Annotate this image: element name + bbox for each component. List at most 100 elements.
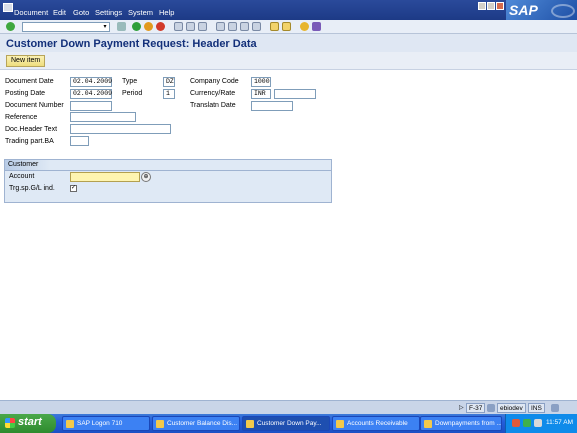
system-menu-icon[interactable]	[3, 3, 13, 12]
company-code-field[interactable]: 1000	[251, 77, 271, 87]
account-label: Account	[9, 173, 35, 180]
help-icon[interactable]	[300, 22, 309, 31]
document-date-field[interactable]: 02.04.2009	[70, 77, 112, 87]
task-downpayments[interactable]: Downpayments from ...	[420, 416, 502, 431]
currency-rate-label: Currency/Rate	[190, 90, 236, 97]
document-date-label: Document Date	[5, 78, 54, 85]
save-icon[interactable]	[117, 22, 126, 31]
transaction-code: F-37	[466, 403, 486, 413]
title-bar: Customer Down Payment Request: Header Da…	[0, 34, 577, 52]
maximize-icon[interactable]	[487, 2, 495, 10]
start-button[interactable]: start	[0, 414, 56, 433]
tray-app-icon[interactable]	[512, 419, 520, 427]
task-label: SAP Logon 710	[77, 420, 123, 427]
menu-goto[interactable]: Goto	[73, 8, 89, 17]
menu-settings[interactable]: Settings	[95, 8, 122, 17]
type-label: Type	[122, 78, 138, 85]
new-item-button[interactable]: New item	[6, 55, 46, 67]
period-field[interactable]: 1	[163, 89, 175, 99]
menu-bar: Document Edit Goto Settings System Help …	[0, 0, 577, 20]
trg-sp-gl-label: Trg.sp.G/L ind.	[9, 185, 55, 192]
account-field[interactable]	[70, 172, 140, 182]
page-title: Customer Down Payment Request: Header Da…	[6, 38, 257, 50]
trg-sp-gl-checkbox[interactable]: ✓	[70, 185, 77, 192]
sap-window-icon	[246, 420, 254, 428]
sap-logon-icon	[66, 420, 74, 428]
currency-field[interactable]: INR	[251, 89, 271, 99]
header-data-form: Document Date 02.04.2009 Type DZ Company…	[0, 70, 577, 400]
exit-icon[interactable]	[144, 22, 153, 31]
sap-window-icon	[156, 420, 164, 428]
sap-logo: SAP	[506, 0, 577, 20]
layout-menu-icon[interactable]	[312, 22, 321, 31]
network-icon[interactable]	[523, 419, 531, 427]
back-icon[interactable]	[132, 22, 141, 31]
status-bar: ▷ F-37 ebiodev INS	[0, 400, 577, 414]
standard-toolbar: ▾	[0, 20, 577, 34]
trading-part-field[interactable]	[70, 136, 89, 146]
task-label: Customer Down Pay...	[257, 420, 322, 427]
reference-field[interactable]	[70, 112, 136, 122]
company-code-label: Company Code	[190, 78, 239, 85]
application-toolbar: New item	[0, 52, 577, 70]
task-accounts-receivable[interactable]: Accounts Receivable	[332, 416, 420, 431]
task-sap-logon[interactable]: SAP Logon 710	[62, 416, 150, 431]
server-name: ebiodev	[497, 403, 526, 413]
posting-date-label: Posting Date	[5, 90, 46, 97]
next-page-icon[interactable]	[240, 22, 249, 31]
sap-logo-text: SAP	[509, 2, 538, 18]
system-tray: 11:57 AM	[505, 414, 577, 433]
play-icon[interactable]: ▷	[459, 404, 464, 411]
doc-header-text-field[interactable]	[70, 124, 171, 134]
customer-group-title: Customer	[5, 160, 51, 170]
document-number-field[interactable]	[70, 101, 112, 111]
group-divider	[5, 170, 331, 171]
previous-page-icon[interactable]	[228, 22, 237, 31]
minimize-icon[interactable]	[478, 2, 486, 10]
grip-icon	[551, 404, 559, 412]
windows-taskbar: start SAP Logon 710 Customer Balance Dis…	[0, 414, 577, 433]
rate-field[interactable]	[274, 89, 316, 99]
find-next-icon[interactable]	[198, 22, 207, 31]
insert-mode: INS	[528, 403, 545, 413]
translatn-date-label: Translatn Date	[190, 102, 236, 109]
close-icon[interactable]	[496, 2, 504, 10]
find-icon[interactable]	[186, 22, 195, 31]
shortcut-icon[interactable]	[282, 22, 291, 31]
menu-system[interactable]: System	[128, 8, 153, 17]
task-label: Accounts Receivable	[347, 420, 408, 427]
search-help-icon[interactable]: ⊕	[141, 172, 151, 182]
enter-icon[interactable]	[6, 22, 15, 31]
doc-header-text-label: Doc.Header Text	[5, 126, 58, 133]
chevron-down-icon[interactable]: ▾	[101, 23, 109, 31]
document-icon	[424, 420, 432, 428]
menu-edit[interactable]: Edit	[53, 8, 66, 17]
cancel-icon[interactable]	[156, 22, 165, 31]
type-field[interactable]: DZ	[163, 77, 175, 87]
customer-group: Customer Account ⊕ Trg.sp.G/L ind. ✓	[4, 159, 332, 203]
last-page-icon[interactable]	[252, 22, 261, 31]
server-icon[interactable]	[487, 404, 495, 412]
volume-icon[interactable]	[534, 419, 542, 427]
menu-document[interactable]: Document	[14, 8, 48, 17]
command-field[interactable]: ▾	[22, 22, 110, 32]
menu-help[interactable]: Help	[159, 8, 174, 17]
document-number-label: Document Number	[5, 102, 64, 109]
start-label: start	[18, 416, 42, 428]
trading-part-label: Trading part.BA	[5, 138, 54, 145]
task-customer-balance[interactable]: Customer Balance Dis...	[152, 416, 240, 431]
period-label: Period	[122, 90, 143, 97]
reference-label: Reference	[5, 114, 38, 121]
create-session-icon[interactable]	[270, 22, 279, 31]
first-page-icon[interactable]	[216, 22, 225, 31]
folder-icon	[336, 420, 344, 428]
posting-date-field[interactable]: 02.04.2009	[70, 89, 112, 99]
logo-wave-icon	[551, 4, 575, 18]
task-label: Customer Balance Dis...	[167, 420, 238, 427]
windows-logo-icon	[5, 418, 15, 428]
task-label: Downpayments from ...	[435, 420, 502, 427]
translatn-date-field[interactable]	[251, 101, 293, 111]
print-icon[interactable]	[174, 22, 183, 31]
clock: 11:57 AM	[546, 419, 573, 426]
task-customer-down-payment[interactable]: Customer Down Pay...	[242, 416, 330, 431]
